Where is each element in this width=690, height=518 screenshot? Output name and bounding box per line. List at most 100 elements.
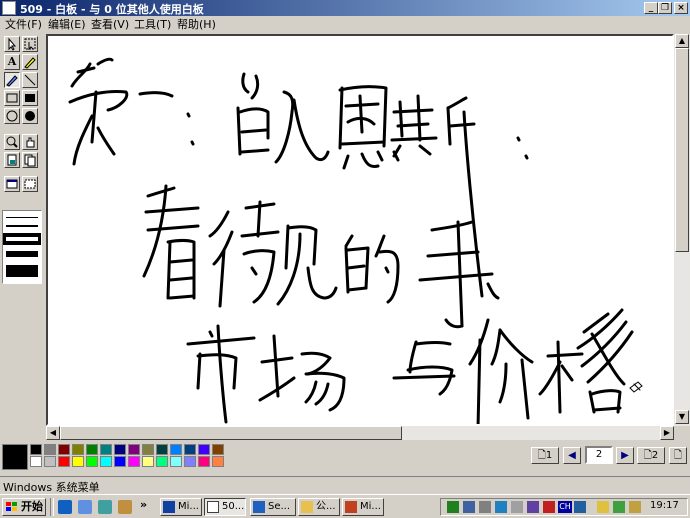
color-swatch[interactable] <box>30 444 42 455</box>
vertical-scroll-thumb[interactable] <box>675 48 689 252</box>
line-width-2[interactable] <box>6 225 38 227</box>
line-width-3-selected[interactable] <box>3 233 41 245</box>
select-window-tool[interactable] <box>4 176 20 192</box>
menu-view[interactable]: 查看(V) <box>88 17 132 32</box>
last-page-button[interactable]: 🗋2 <box>637 447 665 464</box>
taskbar-button-mi-1[interactable]: Mi... <box>160 498 202 516</box>
line-width-1[interactable] <box>6 217 38 218</box>
color-swatch[interactable] <box>114 444 126 455</box>
user-icon[interactable] <box>597 501 609 513</box>
network-icon[interactable] <box>447 501 459 513</box>
text-tool[interactable]: A <box>4 54 20 70</box>
restore-button[interactable]: ❐ <box>658 2 672 14</box>
minimize-button[interactable]: _ <box>644 2 658 14</box>
ie-icon[interactable] <box>58 500 72 514</box>
keyboard-icon[interactable] <box>629 501 641 513</box>
color-swatch[interactable] <box>184 444 196 455</box>
color-swatch[interactable] <box>212 444 224 455</box>
app-tray-icon[interactable] <box>527 501 539 513</box>
color-swatch[interactable] <box>128 444 140 455</box>
color-swatch[interactable] <box>58 456 70 467</box>
color-swatch[interactable] <box>58 444 70 455</box>
taskbar-button-mi-2[interactable]: Mi... <box>342 498 384 516</box>
line-width-4[interactable] <box>6 251 38 257</box>
color-swatch[interactable] <box>44 444 56 455</box>
color-swatch[interactable] <box>156 444 168 455</box>
color-swatch[interactable] <box>198 456 210 467</box>
whiteboard-app-icon[interactable] <box>2 1 16 15</box>
menu-tools[interactable]: 工具(T) <box>131 17 174 32</box>
clock[interactable]: 19:17 <box>650 500 679 511</box>
color-swatch[interactable] <box>72 444 84 455</box>
remote-pointer-tool[interactable] <box>22 134 38 150</box>
color-swatch[interactable] <box>100 444 112 455</box>
window-title: 509 - 白板 - 与 0 位其他人使用白板 <box>20 3 204 16</box>
line-width-5[interactable] <box>6 265 38 277</box>
color-swatch[interactable] <box>142 444 154 455</box>
more-quicklaunch-icon[interactable]: » <box>140 498 147 511</box>
menu-edit[interactable]: 编辑(E) <box>45 17 89 32</box>
next-page-button[interactable]: ▶ <box>616 447 634 464</box>
first-page-button[interactable]: 🗋1 <box>531 447 559 464</box>
menu-file[interactable]: 文件(F) <box>2 17 45 32</box>
whiteboard-canvas[interactable] <box>46 34 674 426</box>
area-capture-icon <box>24 179 36 189</box>
hollow-rectangle-tool[interactable] <box>4 90 20 106</box>
scroll-left-button[interactable]: ◀ <box>46 426 60 440</box>
hollow-ellipse-tool[interactable] <box>4 108 20 124</box>
filled-ellipse-tool[interactable] <box>22 108 38 124</box>
taskbar-button-folder[interactable]: 公... <box>298 498 340 516</box>
chat-icon[interactable] <box>495 501 507 513</box>
color-swatch[interactable] <box>128 456 140 467</box>
show-desktop-icon[interactable] <box>98 500 112 514</box>
vertical-scrollbar[interactable]: ▲ ▼ <box>674 34 690 426</box>
color-swatch[interactable] <box>184 456 196 467</box>
color-swatch[interactable] <box>142 456 154 467</box>
select-area-capture-tool[interactable] <box>22 176 38 192</box>
color-swatch[interactable] <box>30 456 42 467</box>
color-swatch[interactable] <box>72 456 84 467</box>
color-swatch[interactable] <box>170 456 182 467</box>
color-swatch[interactable] <box>100 456 112 467</box>
insert-page-button[interactable]: 🗋 <box>669 447 687 464</box>
select-arrow-tool[interactable] <box>4 36 20 52</box>
tools-icon[interactable] <box>613 501 625 513</box>
antivirus-icon[interactable] <box>543 501 555 513</box>
color-swatch[interactable] <box>44 456 56 467</box>
zoom-tool[interactable] <box>4 134 20 150</box>
language-indicator[interactable]: CH <box>558 501 572 513</box>
filled-rectangle-tool[interactable] <box>22 90 38 106</box>
color-swatch[interactable] <box>156 456 168 467</box>
close-button[interactable]: × <box>674 2 688 14</box>
monitor-icon[interactable] <box>463 501 475 513</box>
color-swatch[interactable] <box>86 456 98 467</box>
title-bar[interactable]: 509 - 白板 - 与 0 位其他人使用白板 _ ❐ × <box>0 0 690 16</box>
color-swatch[interactable] <box>212 456 224 467</box>
previous-page-button[interactable]: ◀ <box>563 447 581 464</box>
color-swatch[interactable] <box>114 456 126 467</box>
media-icon[interactable] <box>118 500 132 514</box>
taskbar-button-se[interactable]: Se... <box>250 498 296 516</box>
horizontal-scrollbar[interactable]: ◀ ▶ <box>46 426 674 440</box>
pen-tool[interactable] <box>4 72 20 88</box>
page-number-input[interactable]: 2 <box>585 446 613 464</box>
horizontal-scroll-thumb[interactable] <box>60 426 402 440</box>
color-swatch[interactable] <box>170 444 182 455</box>
lock-contents-tool[interactable] <box>4 152 20 168</box>
select-area-tool[interactable] <box>22 36 38 52</box>
ime-icon[interactable] <box>574 501 586 513</box>
synchronize-tool[interactable] <box>22 152 38 168</box>
outlook-icon[interactable] <box>78 500 92 514</box>
scroll-right-button[interactable]: ▶ <box>660 426 674 440</box>
volume-icon[interactable] <box>479 501 491 513</box>
start-button[interactable]: 开始 <box>2 498 46 516</box>
line-tool[interactable] <box>22 72 38 88</box>
color-swatch[interactable] <box>198 444 210 455</box>
menu-help[interactable]: 帮助(H) <box>174 17 219 32</box>
pc-icon[interactable] <box>511 501 523 513</box>
scroll-down-button[interactable]: ▼ <box>675 410 689 424</box>
scroll-up-button[interactable]: ▲ <box>675 34 689 48</box>
highlighter-tool[interactable] <box>22 54 38 70</box>
color-swatch[interactable] <box>86 444 98 455</box>
taskbar-button-whiteboard[interactable]: 50... <box>204 498 246 516</box>
